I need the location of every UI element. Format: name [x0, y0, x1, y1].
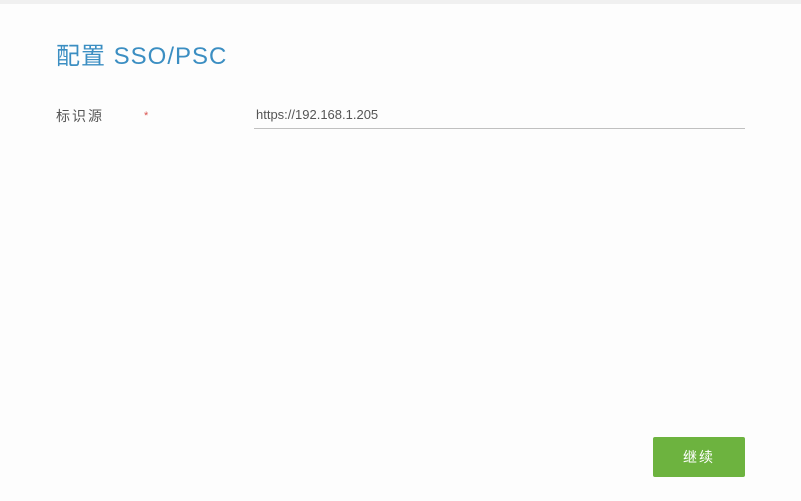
input-wrapper — [254, 103, 745, 129]
identity-source-row: 标识源 * — [56, 103, 745, 129]
content-area: 配置 SSO/PSC 标识源 * — [0, 4, 801, 129]
page-title: 配置 SSO/PSC — [56, 36, 745, 71]
continue-button[interactable]: 继续 — [653, 437, 745, 477]
required-indicator: * — [144, 109, 254, 123]
identity-source-input[interactable] — [254, 103, 745, 129]
identity-source-label: 标识源 — [56, 106, 116, 126]
button-bar: 继续 — [653, 437, 745, 477]
